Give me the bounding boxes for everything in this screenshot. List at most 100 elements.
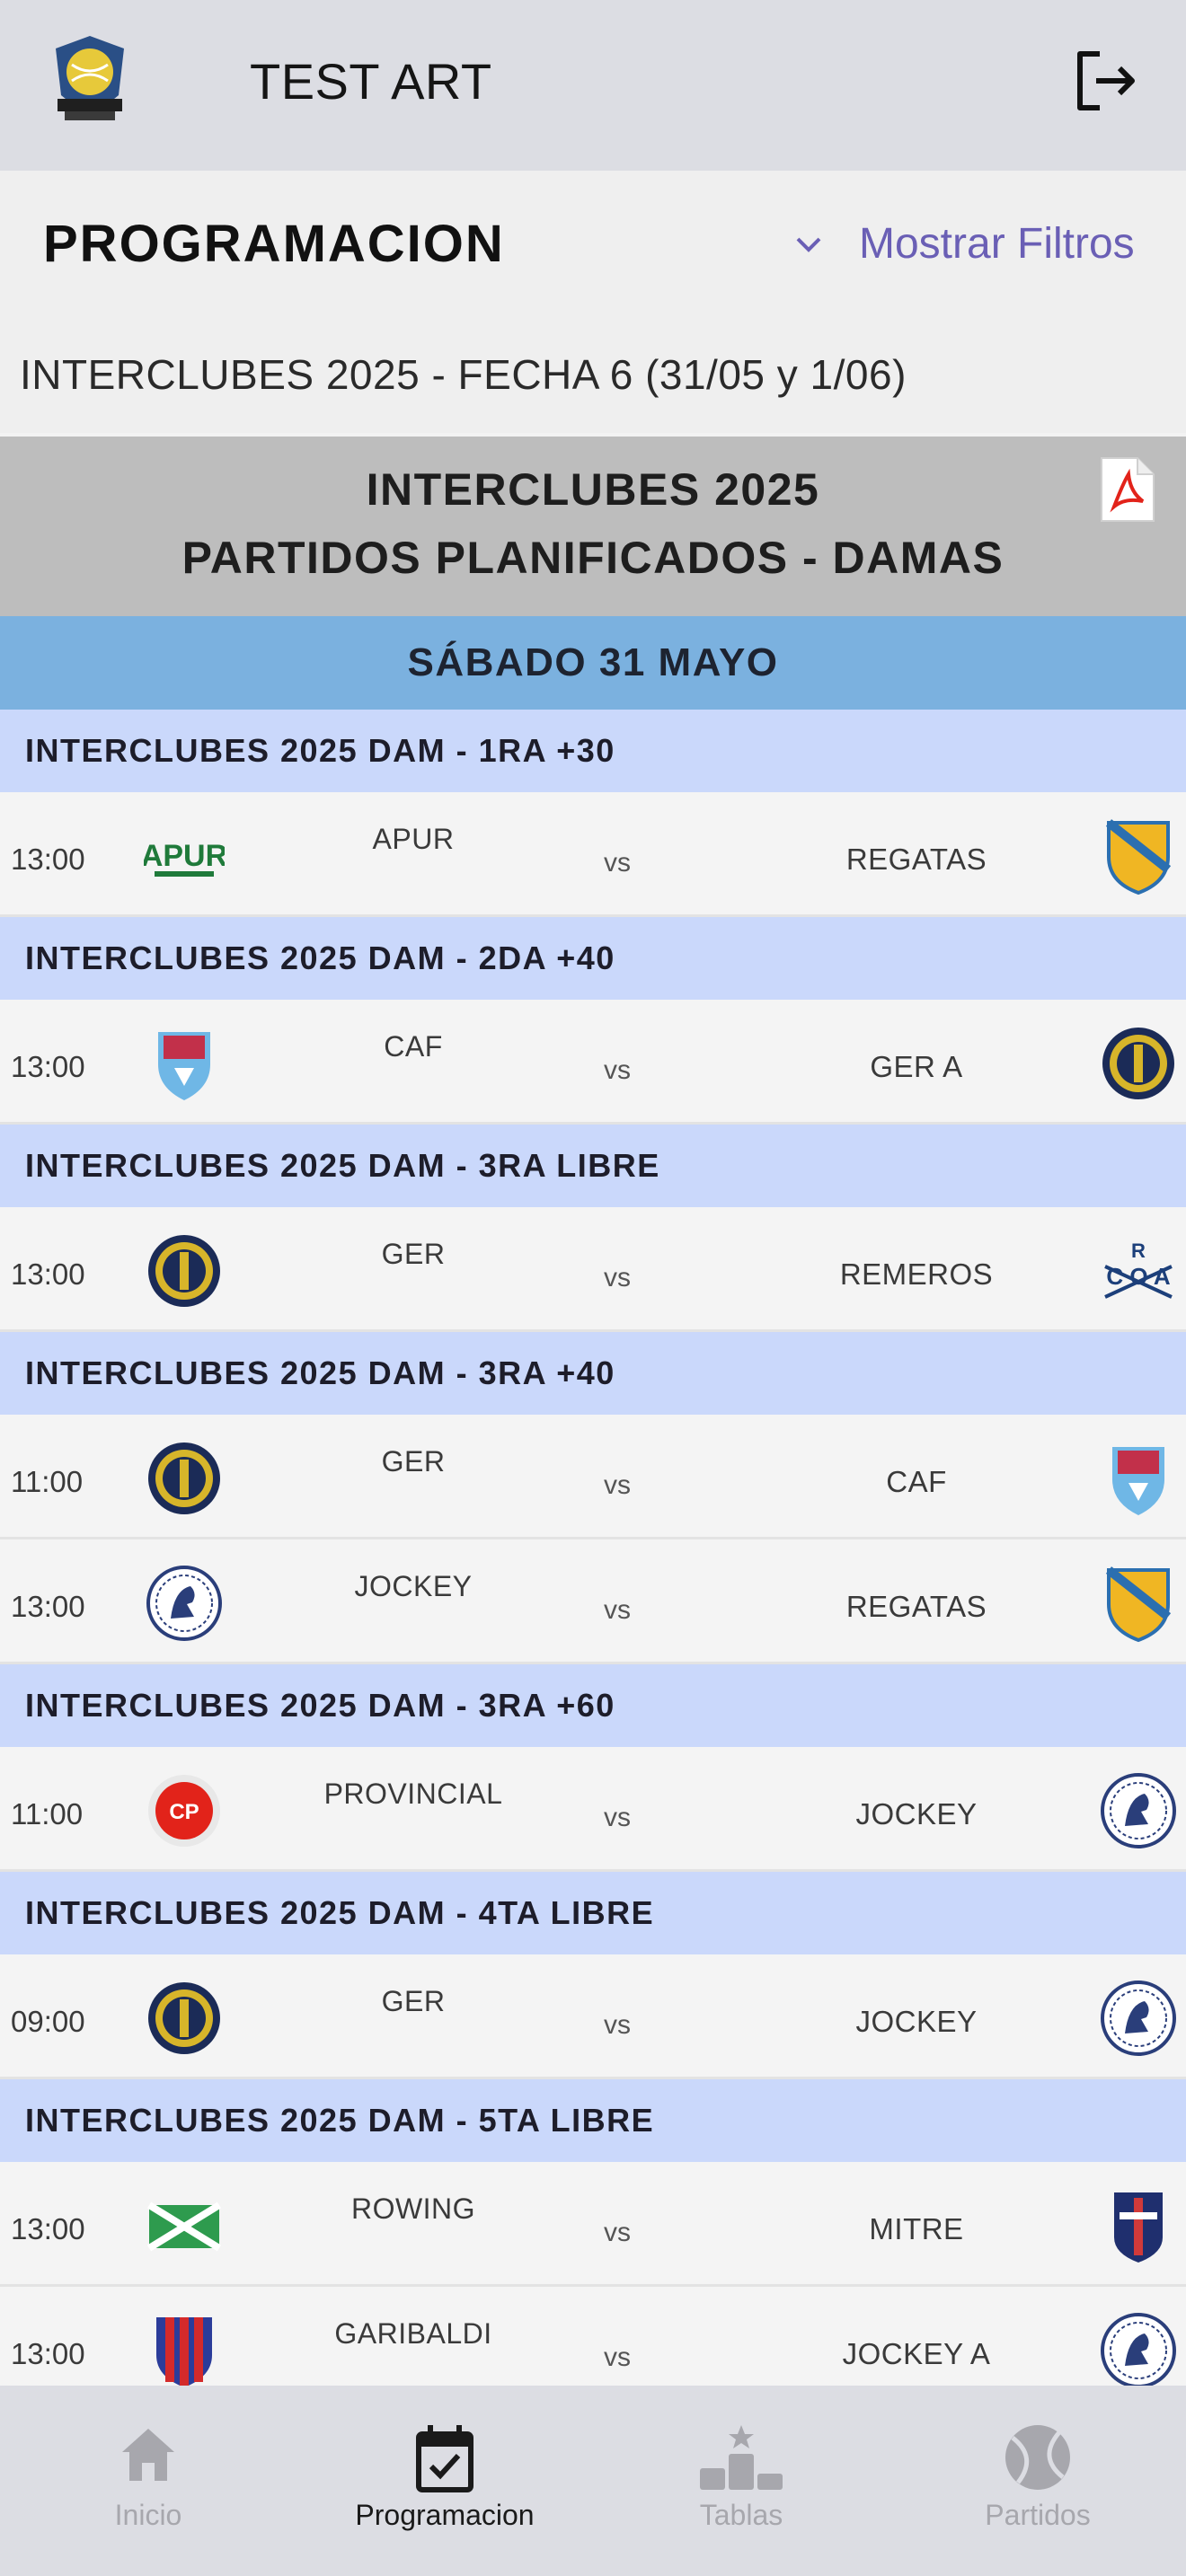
home-team-name: PROVINCIAL <box>323 1778 503 1810</box>
vs-label: vs <box>604 1595 631 1625</box>
match-time: 09:00 <box>11 2005 85 2038</box>
nav-label: Partidos <box>985 2499 1091 2531</box>
nav-label: Inicio <box>114 2499 182 2531</box>
schedule-banner: INTERCLUBES 2025 PARTIDOS PLANIFICADOS -… <box>0 437 1186 616</box>
home-team-logo-icon <box>144 1438 225 1519</box>
match-row[interactable]: 11:00 CP PROVINCIAL vs JOCKEY <box>0 1747 1186 1872</box>
match-time: 11:00 <box>11 1797 84 1831</box>
match-row[interactable]: 11:00 GER vs CAF <box>0 1415 1186 1539</box>
tennis-club-logo-icon <box>56 36 124 120</box>
app-bar: TEST ART <box>0 0 1186 171</box>
away-team-name: GER A <box>870 1050 963 1083</box>
svg-text:CP: CP <box>169 1800 199 1824</box>
podium-icon <box>700 2425 783 2490</box>
away-team-logo-icon <box>1098 1023 1179 1104</box>
home-team-name: APUR <box>372 823 455 855</box>
category-header: INTERCLUBES 2025 DAM - 3RA LIBRE <box>0 1125 1186 1207</box>
home-team-name: CAF <box>384 1030 443 1063</box>
svg-text:APUR: APUR <box>144 839 225 873</box>
home-team-logo-icon <box>144 1978 225 2059</box>
app-title: TEST ART <box>250 53 492 110</box>
calendar-check-icon <box>416 2425 474 2492</box>
nav-inicio[interactable]: Inicio <box>0 2386 296 2576</box>
nav-programacion[interactable]: Programacion <box>296 2386 593 2576</box>
svg-text:R: R <box>1131 1239 1146 1262</box>
bottom-navigation: Inicio Programacion Tablas Partidos <box>0 2386 1186 2576</box>
home-team-logo-icon <box>144 1231 225 1311</box>
vs-label: vs <box>604 2342 631 2372</box>
away-team-logo-icon <box>1098 2310 1179 2391</box>
vs-label: vs <box>604 1055 631 1085</box>
banner-title: INTERCLUBES 2025 <box>366 464 820 515</box>
away-team-logo-icon <box>1098 1978 1179 2059</box>
category-header: INTERCLUBES 2025 DAM - 5TA LIBRE <box>0 2079 1186 2162</box>
vs-label: vs <box>604 848 631 878</box>
home-team-name: JOCKEY <box>354 1570 473 1602</box>
section-header: PROGRAMACION Mostrar Filtros INTERCLUBES… <box>0 171 1186 433</box>
match-row[interactable]: 13:00 ROWING vs MITRE <box>0 2162 1186 2287</box>
category-header: INTERCLUBES 2025 DAM - 3RA +60 <box>0 1664 1186 1747</box>
category-header: INTERCLUBES 2025 DAM - 2DA +40 <box>0 917 1186 1000</box>
show-filters-button[interactable]: Mostrar Filtros <box>791 219 1135 269</box>
away-team-name: JOCKEY <box>855 2005 978 2038</box>
tennis-ball-icon <box>1005 2425 1070 2490</box>
vs-label: vs <box>604 2218 631 2247</box>
away-team-name: REGATAS <box>845 1590 987 1623</box>
home-team-logo-icon: APUR <box>141 816 227 896</box>
nav-label: Programacion <box>355 2499 535 2531</box>
match-time: 13:00 <box>11 1590 85 1623</box>
match-row[interactable]: 13:00 CAF vs GER A <box>0 1000 1186 1125</box>
home-team-logo-icon: CP <box>144 1770 225 1851</box>
home-team-logo-icon <box>144 2310 225 2391</box>
chevron-down-icon <box>796 237 821 252</box>
away-team-name: REGATAS <box>845 842 987 876</box>
match-time: 13:00 <box>11 2212 85 2245</box>
home-team-name: GER <box>381 1238 446 1270</box>
match-time: 13:00 <box>11 1257 85 1291</box>
away-team-logo-icon <box>1098 2185 1179 2266</box>
away-team-name: JOCKEY A <box>842 2337 991 2370</box>
vs-label: vs <box>604 2010 631 2040</box>
match-row[interactable]: 13:00 APUR APUR vs REGATAS <box>0 792 1186 917</box>
pdf-icon[interactable] <box>1098 456 1155 523</box>
home-team-logo-icon <box>144 1563 225 1644</box>
home-team-name: GARIBALDI <box>334 2317 492 2350</box>
match-time: 11:00 <box>11 1465 84 1498</box>
category-header: INTERCLUBES 2025 DAM - 4TA LIBRE <box>0 1872 1186 1954</box>
match-row[interactable]: 13:00 GER vs REMEROS R C O A <box>0 1207 1186 1332</box>
vs-label: vs <box>604 1803 631 1832</box>
home-icon <box>122 2429 174 2481</box>
nav-tablas[interactable]: Tablas <box>593 2386 890 2576</box>
show-filters-label: Mostrar Filtros <box>859 220 1135 268</box>
svg-text:C O A: C O A <box>1106 1263 1170 1290</box>
logout-icon[interactable] <box>1069 45 1141 117</box>
away-team-logo-icon <box>1098 1438 1179 1519</box>
away-team-name: CAF <box>886 1465 947 1498</box>
match-list: INTERCLUBES 2025 DAM - 1RA +30 13:00 APUR A… <box>0 710 1186 2412</box>
match-row[interactable]: 09:00 GER vs JOCKEY <box>0 1954 1186 2079</box>
match-time: 13:00 <box>11 1050 85 1083</box>
match-row[interactable]: 13:00 JOCKEY vs REGATAS <box>0 1539 1186 1664</box>
away-team-name: MITRE <box>869 2212 964 2245</box>
match-time: 13:00 <box>11 842 85 876</box>
home-team-logo-icon <box>144 2185 225 2266</box>
home-team-name: GER <box>381 1985 446 2017</box>
home-team-logo-icon <box>144 1023 225 1104</box>
away-team-logo-icon <box>1098 816 1179 896</box>
page-title: PROGRAMACION <box>43 215 505 273</box>
away-team-name: REMEROS <box>839 1257 994 1291</box>
home-team-name: GER <box>381 1445 446 1478</box>
match-time: 13:00 <box>11 2337 85 2370</box>
home-team-name: ROWING <box>350 2192 476 2225</box>
day-header: SÁBADO 31 MAYO <box>0 616 1186 710</box>
banner-subtitle: PARTIDOS PLANIFICADOS - DAMAS <box>181 533 1005 583</box>
nav-label: Tablas <box>699 2499 783 2531</box>
round-subtitle: INTERCLUBES 2025 - FECHA 6 (31/05 y 1/06… <box>20 351 907 398</box>
away-team-logo-icon: RC O A <box>1098 1231 1179 1311</box>
category-header: INTERCLUBES 2025 DAM - 3RA +40 <box>0 1332 1186 1415</box>
nav-partidos[interactable]: Partidos <box>890 2386 1186 2576</box>
away-team-name: JOCKEY <box>855 1797 978 1831</box>
vs-label: vs <box>604 1263 631 1292</box>
category-header: INTERCLUBES 2025 DAM - 1RA +30 <box>0 710 1186 792</box>
away-team-logo-icon <box>1098 1563 1179 1644</box>
